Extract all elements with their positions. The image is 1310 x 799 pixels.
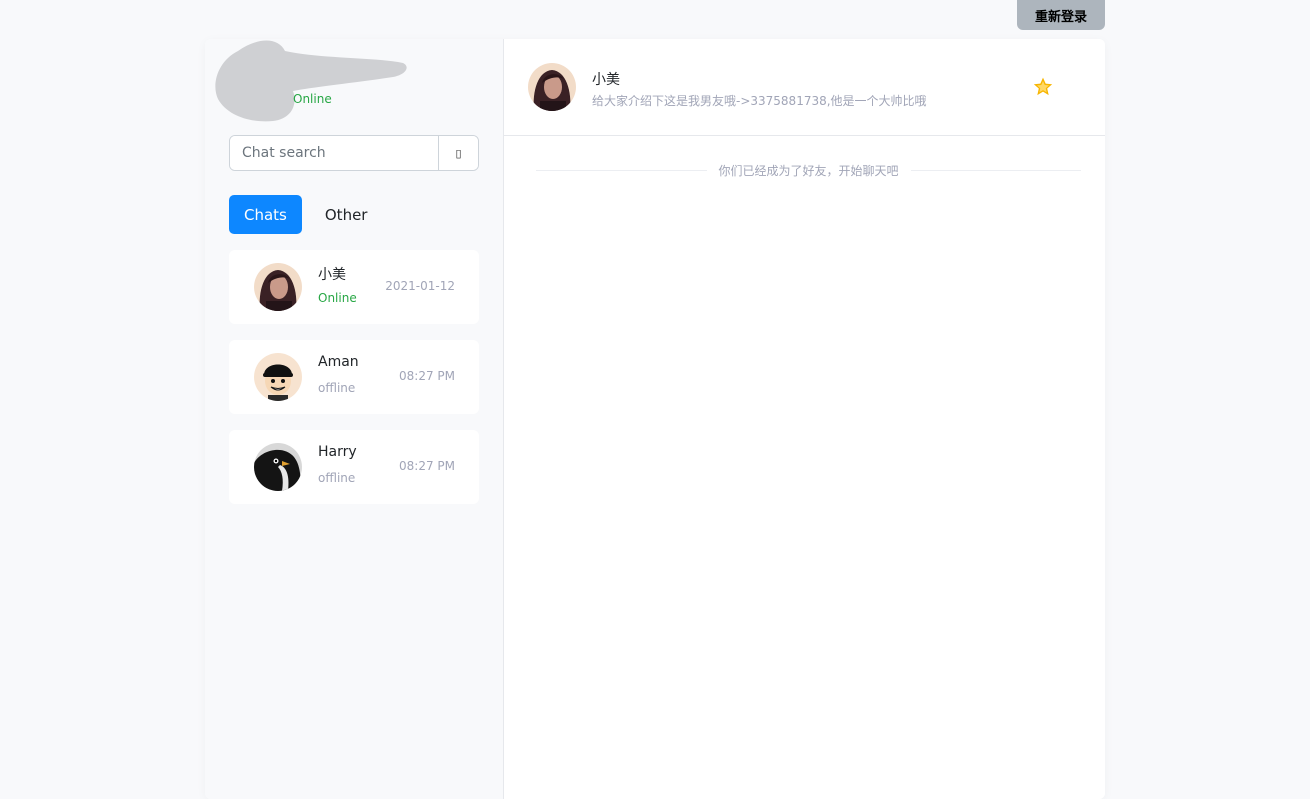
profile-status: Online xyxy=(293,92,332,106)
divider xyxy=(536,169,707,171)
woman-avatar xyxy=(254,263,302,311)
system-message: 你们已经成为了好友，开始聊天吧 xyxy=(536,162,1082,178)
chat-status: Online xyxy=(318,291,357,305)
sidebar-tabs: Chats Other xyxy=(229,195,382,234)
profile-avatar-redacted xyxy=(215,40,407,122)
chat-time: 2021-01-12 xyxy=(385,279,455,293)
chat-time: 08:27 PM xyxy=(399,369,455,383)
penguin-avatar xyxy=(254,443,302,491)
conversation-description: 给大家介绍下这是我男友哦->3375881738,他是一个大帅比哦 xyxy=(592,94,927,108)
chat-status: offline xyxy=(318,471,356,485)
chat-app: Online ▯ Chats Other xyxy=(205,39,1105,799)
system-message-text: 你们已经成为了好友，开始聊天吧 xyxy=(718,163,899,178)
chat-name: Aman xyxy=(318,354,359,370)
chat-item-aman[interactable]: Aman offline 08:27 PM xyxy=(229,340,479,414)
chat-item-harry[interactable]: Harry offline 08:27 PM xyxy=(229,430,479,504)
chat-time: 08:27 PM xyxy=(399,459,455,473)
chat-status: offline xyxy=(318,381,356,395)
search-input[interactable] xyxy=(230,136,438,170)
conversation-header: 小美 给大家介绍下这是我男友哦->3375881738,他是一个大帅比哦 xyxy=(504,39,1105,136)
star-icon[interactable] xyxy=(1032,76,1054,98)
cartoon-avatar xyxy=(254,353,302,401)
woman-avatar[interactable] xyxy=(528,63,576,111)
tab-chats[interactable]: Chats xyxy=(229,195,302,234)
tab-other[interactable]: Other xyxy=(310,195,383,234)
search-icon: ▯ xyxy=(455,147,462,160)
conversation-name: 小美 xyxy=(592,72,620,88)
search-button[interactable]: ▯ xyxy=(438,136,478,170)
conversation-panel: 小美 给大家介绍下这是我男友哦->3375881738,他是一个大帅比哦 你们已… xyxy=(504,39,1105,799)
relogin-button[interactable]: 重新登录 xyxy=(1017,0,1105,30)
chat-list: 小美 Online 2021-01-12 Aman offline 08:27 … xyxy=(229,250,479,520)
divider xyxy=(910,169,1082,171)
chat-name: 小美 xyxy=(318,267,346,283)
chat-search: ▯ xyxy=(229,135,479,171)
sidebar: Online ▯ Chats Other xyxy=(205,39,504,799)
chat-name: Harry xyxy=(318,444,357,460)
chat-item-xiaomei[interactable]: 小美 Online 2021-01-12 xyxy=(229,250,479,324)
